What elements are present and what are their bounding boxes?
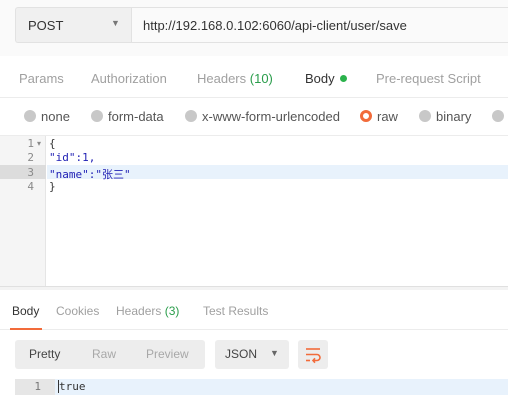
code-line-1: { [49, 137, 56, 150]
tab-response-cookies[interactable]: Cookies [56, 304, 99, 318]
line-number: 1 [27, 137, 34, 150]
radio-circle-icon [91, 110, 103, 122]
view-pretty-button[interactable]: Pretty [29, 347, 60, 361]
method-select[interactable]: POST ▼ [15, 7, 131, 43]
request-bar: POST ▼ http://192.168.0.102:6060/api-cli… [0, 0, 508, 56]
view-mode-group: Pretty Raw Preview [15, 340, 205, 369]
code-line-3: "name":"张三" [49, 166, 131, 182]
radio-circle-icon [492, 110, 504, 122]
radio-binary[interactable]: binary [419, 109, 471, 124]
radio-selected-icon [360, 110, 372, 122]
code-line-2: "id":1, [49, 151, 96, 164]
chevron-down-icon: ▼ [270, 348, 279, 358]
tab-body-label: Body [305, 71, 335, 86]
radio-overflow[interactable] [492, 109, 508, 124]
line-number: 1 [34, 380, 41, 393]
wrap-lines-icon [306, 348, 321, 364]
active-tab-underline [10, 328, 42, 330]
tab-prerequest-script[interactable]: Pre-request Script [376, 71, 481, 86]
line-number: 3 [27, 166, 34, 179]
wrap-lines-button[interactable] [298, 340, 328, 369]
view-raw-button[interactable]: Raw [92, 347, 116, 361]
radio-form-data[interactable]: form-data [91, 109, 164, 124]
line-number: 2 [27, 151, 34, 164]
response-headers-count-badge: (3) [164, 304, 180, 318]
request-body-editor[interactable]: 1 ▾ 2 3 4 { "id":1, "name":"张三" } [0, 135, 508, 286]
tab-headers-label: Headers [197, 71, 247, 86]
body-status-dot [339, 75, 347, 82]
radio-none-label: none [41, 109, 70, 124]
format-label: JSON [225, 347, 258, 361]
view-preview-button[interactable]: Preview [146, 347, 189, 361]
radio-urlencoded[interactable]: x-www-form-urlencoded [185, 109, 340, 124]
fold-caret-icon[interactable]: ▾ [37, 139, 41, 148]
response-active-line [55, 379, 508, 395]
radio-none[interactable]: none [24, 109, 70, 124]
code-line-4: } [49, 180, 56, 193]
headers-count-badge: (10) [249, 71, 273, 86]
json-key: "name": [49, 168, 96, 181]
json-value: "张三" [95, 168, 131, 181]
tab-body[interactable]: Body [305, 71, 347, 86]
line-number: 4 [27, 180, 34, 193]
radio-binary-label: binary [436, 109, 472, 124]
radio-circle-icon [419, 110, 431, 122]
tab-test-results[interactable]: Test Results [203, 304, 268, 318]
url-input[interactable]: http://192.168.0.102:6060/api-client/use… [131, 7, 508, 43]
tab-authorization[interactable]: Authorization [91, 71, 167, 86]
url-text: http://192.168.0.102:6060/api-client/use… [143, 18, 407, 33]
tab-response-headers-label: Headers [116, 304, 162, 318]
radio-circle-icon [24, 110, 36, 122]
response-tabs: Body Cookies Headers (3) Test Results [0, 290, 508, 330]
radio-raw[interactable]: raw [360, 109, 398, 124]
tab-response-headers[interactable]: Headers (3) [116, 304, 179, 318]
response-body-viewer[interactable]: 1 true [15, 379, 508, 395]
radio-circle-icon [185, 110, 197, 122]
chevron-down-icon: ▼ [111, 18, 120, 28]
format-select[interactable]: JSON ▼ [215, 340, 289, 369]
tab-headers[interactable]: Headers (10) [197, 71, 273, 86]
tab-response-body[interactable]: Body [12, 304, 39, 318]
response-text: true [59, 380, 86, 393]
body-type-radios: none form-data x-www-form-urlencoded raw… [0, 100, 508, 134]
radio-raw-label: raw [377, 109, 398, 124]
request-tabs: Params Authorization Headers (10) Body P… [0, 60, 508, 98]
method-label: POST [28, 18, 64, 33]
tab-params[interactable]: Params [19, 71, 64, 86]
radio-urlencoded-label: x-www-form-urlencoded [202, 109, 340, 124]
response-view-toolbar: Pretty Raw Preview JSON ▼ [0, 338, 508, 372]
radio-form-data-label: form-data [108, 109, 164, 124]
